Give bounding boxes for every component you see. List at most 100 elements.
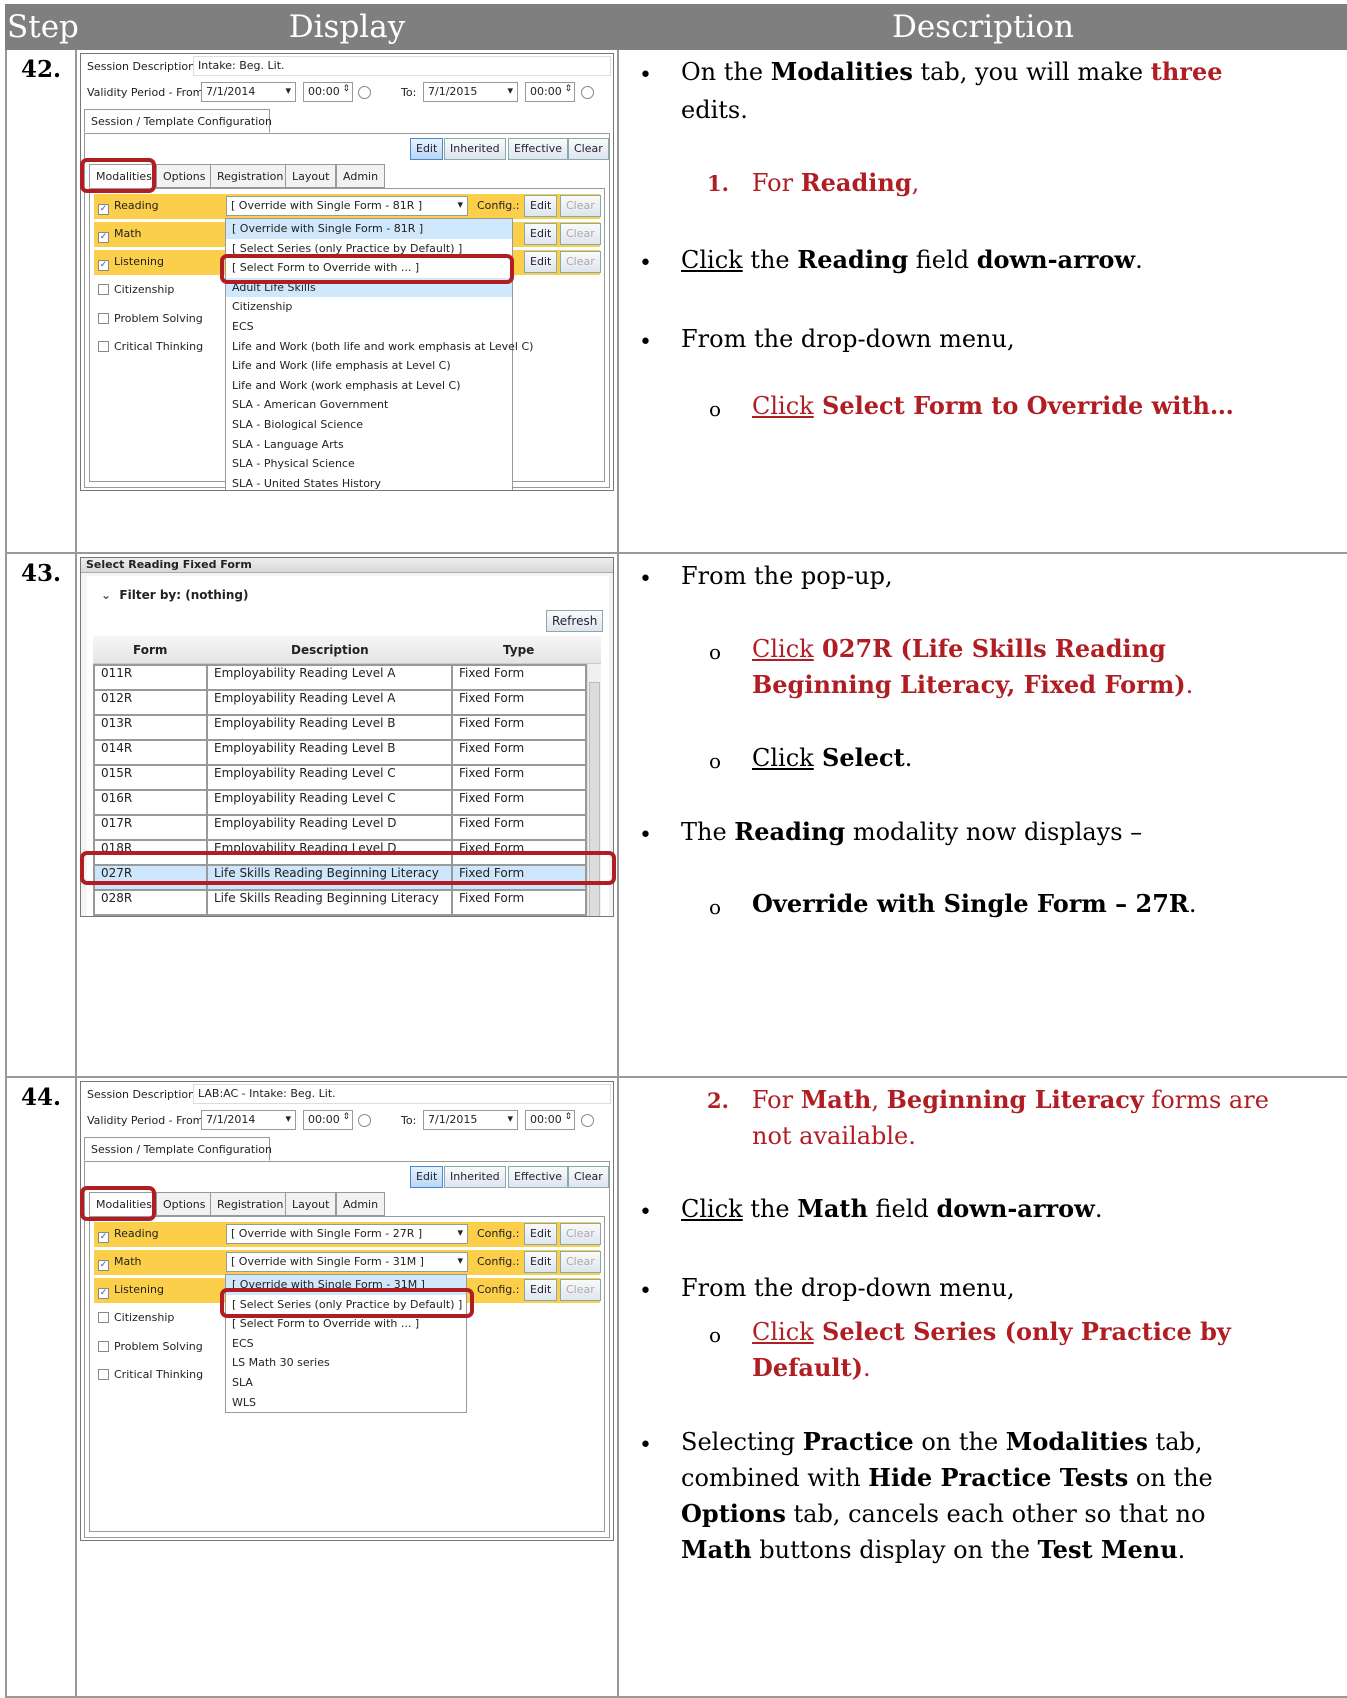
reading-form-select[interactable]: [ Override with Single Form - 81R ] ▾ [226,196,468,216]
stepper-icon[interactable]: ⇕ [564,1112,572,1122]
table-row[interactable]: 015R Employability Reading Level C Fixed F… [93,764,587,791]
from-date-field[interactable]: 7/1/2014 ▾ [201,1110,296,1130]
tab-registration[interactable]: Registration [210,1192,291,1216]
tab-session-template-configuration[interactable]: Session / Template Configuration [84,1137,272,1161]
bullet: • [639,1200,652,1225]
clear-button[interactable]: Clear [568,138,609,160]
clock-icon[interactable] [581,86,594,99]
instruction-table: Step Display Description 42. Session Des… [5,4,1347,1698]
bullet: • [639,330,652,355]
chevron-down-icon[interactable]: ▾ [507,1112,513,1125]
clock-icon[interactable] [581,1114,594,1127]
session-description-field[interactable]: LAB:AC - Intake: Beg. Lit. [193,1084,611,1104]
edit-button[interactable]: Edit [410,1166,444,1188]
math-checkbox[interactable]: ✓ Math [96,1255,142,1271]
dropdown-option[interactable]: Life and Work (work emphasis at Level C) [226,376,512,396]
table-row[interactable]: 011R Employability Reading Level A Fixed F… [93,664,587,691]
reading-config-clear-button[interactable]: Clear [560,1223,601,1245]
column-header-form[interactable]: Form [133,643,167,657]
to-date-field[interactable]: 7/1/2015 ▾ [423,82,518,102]
table-row[interactable]: 017R Employability Reading Level D Fixed F… [93,814,587,841]
column-header-description[interactable]: Description [291,643,369,657]
tab-admin[interactable]: Admin [336,1192,386,1216]
effective-button[interactable]: Effective [508,138,568,160]
chevron-down-icon[interactable]: ▾ [285,1112,291,1125]
tab-options[interactable]: Options [156,1192,213,1216]
inherited-button[interactable]: Inherited [444,138,506,160]
math-form-select[interactable]: [ Override with Single Form - 31M ] ▾ [226,1252,468,1272]
modality-row-reading: ✓ Reading [ Override with Single Form - 2… [94,1222,601,1247]
to-time-field[interactable]: 00:00 ⇕ [525,1110,575,1130]
highlight-select-form-option [220,254,514,284]
dropdown-option[interactable]: Life and Work (life emphasis at Level C) [226,356,512,376]
tab-layout[interactable]: Layout [285,1192,337,1216]
tab-options[interactable]: Options [156,164,213,188]
validity-from-label: Validity Period - From: [87,1114,208,1127]
math-config-clear-button[interactable]: Clear [560,1251,601,1273]
chevron-down-icon[interactable]: ▾ [285,84,291,97]
listening-config-clear-button[interactable]: Clear [560,251,601,273]
dropdown-option[interactable]: SLA - American Government [226,395,512,415]
math-config-edit-button[interactable]: Edit [524,223,558,245]
math-checkbox[interactable]: ✓ Math [96,227,142,243]
from-date-field[interactable]: 7/1/2014 ▾ [201,82,296,102]
math-config-clear-button[interactable]: Clear [560,223,601,245]
reading-form-select[interactable]: [ Override with Single Form - 27R ] ▾ [226,1224,468,1244]
table-row[interactable]: 016R Employability Reading Level C Fixed F… [93,789,587,816]
chevron-down-icon[interactable]: ▾ [457,1226,463,1239]
dropdown-option[interactable]: SLA [226,1373,466,1393]
table-row[interactable]: 014R Employability Reading Level B Fixed F… [93,739,587,766]
session-description-label: Session Description: [87,1088,199,1101]
stepper-icon[interactable]: ⇕ [342,1112,350,1122]
stepper-icon[interactable]: ⇕ [564,84,572,94]
tab-registration[interactable]: Registration [210,164,291,188]
clock-icon[interactable] [358,86,371,99]
dropdown-option[interactable]: SLA - Language Arts [226,435,512,455]
listening-config-clear-button[interactable]: Clear [560,1279,601,1301]
inherited-button[interactable]: Inherited [444,1166,506,1188]
dropdown-option[interactable]: Life and Work (both life and work emphas… [226,337,533,357]
from-time-field[interactable]: 00:00 ⇕ [303,1110,353,1130]
listening-config-edit-button[interactable]: Edit [524,251,558,273]
listening-config-edit-button[interactable]: Edit [524,1279,558,1301]
to-time-field[interactable]: 00:00 ⇕ [525,82,575,102]
clear-button[interactable]: Clear [568,1166,609,1188]
table-row[interactable]: 028R Life Skills Reading Beginning Litera… [93,889,587,916]
dropdown-option[interactable]: SLA - Biological Science [226,415,512,435]
dropdown-option[interactable]: SLA - United States History [226,474,512,490]
refresh-button[interactable]: Refresh [546,610,604,632]
listening-checkbox[interactable]: ✓ Listening [96,255,164,271]
dropdown-option[interactable]: ECS [226,317,512,337]
dropdown-option[interactable]: Citizenship [226,297,512,317]
clock-icon[interactable] [358,1114,371,1127]
dropdown-option[interactable]: SLA - Physical Science [226,454,512,474]
session-description-field[interactable]: Intake: Beg. Lit. [193,56,611,76]
chevron-down-icon[interactable]: ▾ [457,198,463,211]
dropdown-option[interactable]: ECS [226,1334,466,1354]
tab-layout[interactable]: Layout [285,164,337,188]
from-time-field[interactable]: 00:00 ⇕ [303,82,353,102]
math-config-edit-button[interactable]: Edit [524,1251,558,1273]
chevron-down-icon[interactable]: ▾ [507,84,513,97]
edit-button[interactable]: Edit [410,138,444,160]
listening-checkbox[interactable]: ✓ Listening [96,1283,164,1299]
dropdown-option[interactable]: [ Override with Single Form - 81R ] [226,219,512,239]
chevron-down-icon[interactable]: ▾ [457,1254,463,1267]
reading-config-edit-button[interactable]: Edit [524,1223,558,1245]
dropdown-option[interactable]: LS Math 30 series [226,1353,466,1373]
reading-config-edit-button[interactable]: Edit [524,195,558,217]
table-row[interactable]: 013R Employability Reading Level B Fixed F… [93,714,587,741]
effective-button[interactable]: Effective [508,1166,568,1188]
filter-toggle[interactable]: ⌄ Filter by: (nothing) [101,588,249,602]
reading-config-clear-button[interactable]: Clear [560,195,601,217]
column-header-type[interactable]: Type [503,643,534,657]
tab-admin[interactable]: Admin [336,164,386,188]
tab-session-template-configuration[interactable]: Session / Template Configuration [84,109,272,133]
stepper-icon[interactable]: ⇕ [342,84,350,94]
to-date-field[interactable]: 7/1/2015 ▾ [423,1110,518,1130]
reading-checkbox[interactable]: ✓ Reading [96,199,159,215]
reading-checkbox[interactable]: ✓ Reading [96,1227,159,1243]
dropdown-option[interactable]: WLS [226,1393,466,1413]
grid-header: Form Description Type [93,636,601,664]
table-row[interactable]: 012R Employability Reading Level A Fixed F… [93,689,587,716]
